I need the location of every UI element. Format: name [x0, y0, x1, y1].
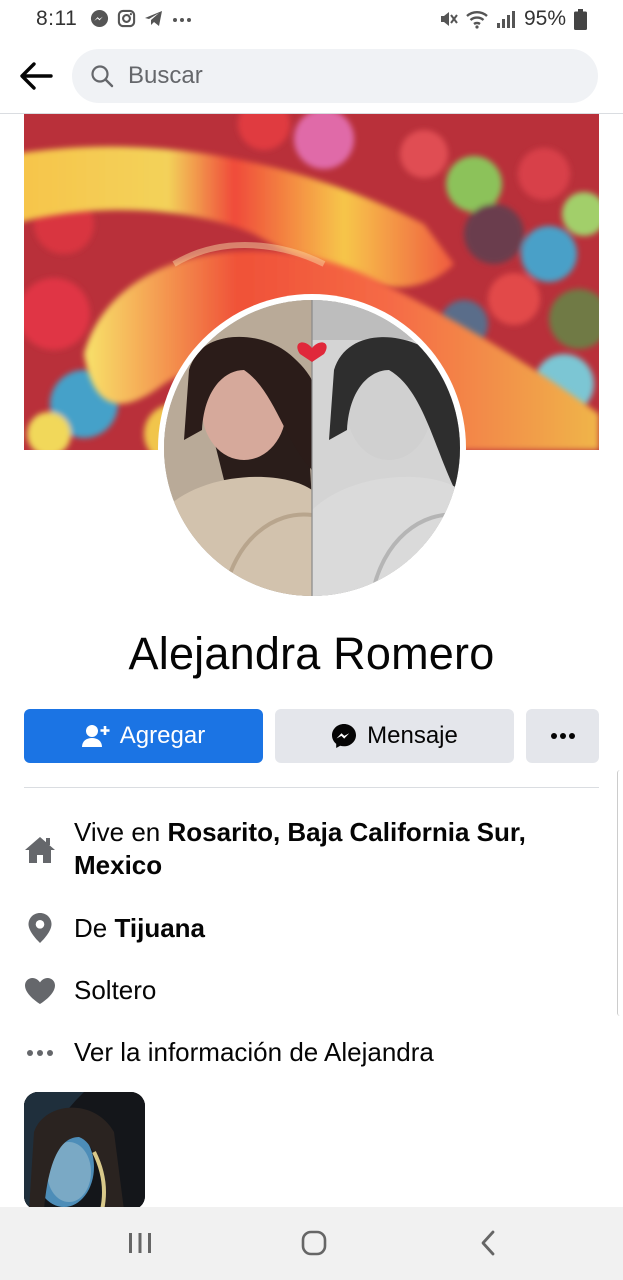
detail-relationship: Soltero — [24, 973, 599, 1009]
battery-icon — [574, 8, 587, 30]
wifi-icon — [466, 9, 488, 29]
detail-from: De Tijuana — [24, 911, 599, 947]
profile-avatar[interactable] — [164, 300, 460, 596]
chevron-left-icon — [481, 1230, 495, 1256]
instagram-icon — [117, 9, 136, 28]
detail-see-info[interactable]: Ver la información de Alejandra — [24, 1035, 599, 1071]
home-button[interactable] — [284, 1223, 344, 1263]
profile-name: Alejandra Romero — [128, 628, 495, 679]
status-right: 95% — [438, 7, 587, 31]
lives-in-country[interactable]: Mexico — [74, 850, 162, 880]
relationship-text: Soltero — [74, 975, 157, 1005]
section-divider — [24, 787, 599, 788]
detail-lives-in: Vive en Rosarito, Baja California Sur, M… — [24, 816, 599, 888]
search-icon — [91, 65, 114, 88]
home-icon — [24, 834, 56, 866]
back-button[interactable] — [16, 56, 56, 96]
more-icon — [550, 733, 575, 739]
search-input[interactable] — [128, 58, 568, 94]
profile-avatar-image — [164, 300, 460, 596]
system-nav-bar — [0, 1207, 623, 1280]
battery-percent: 95% — [523, 7, 566, 30]
from-text: De Tijuana — [74, 912, 205, 945]
message-label: Mensaje — [367, 722, 458, 749]
telegram-icon — [144, 9, 163, 28]
search-header — [0, 38, 623, 114]
add-friend-button[interactable]: Agregar — [24, 709, 263, 763]
home-circle-icon — [301, 1230, 327, 1256]
see-info-link[interactable]: Ver la información de Alejandra — [74, 1036, 434, 1069]
status-time: 8:11 — [36, 7, 78, 30]
featured-photo[interactable] — [24, 1092, 145, 1210]
add-friend-label: Agregar — [119, 722, 206, 749]
more-dots-icon — [24, 1037, 56, 1069]
lives-in-text: Vive en Rosarito, Baja California Sur, M… — [74, 816, 526, 882]
from-place[interactable]: Tijuana — [114, 913, 205, 943]
more-options-button[interactable] — [526, 709, 599, 763]
more-notifications-icon — [171, 9, 191, 28]
messenger-icon — [90, 9, 109, 28]
system-back-button[interactable] — [458, 1223, 518, 1263]
notification-icons — [90, 9, 191, 28]
status-bar: 8:11 95% — [0, 0, 623, 38]
back-arrow-icon — [20, 62, 53, 90]
featured-photo-image — [24, 1092, 145, 1210]
recent-apps-button[interactable] — [110, 1223, 170, 1263]
from-prefix: De — [74, 913, 115, 943]
lives-in-prefix: Vive en — [74, 817, 168, 847]
heart-icon — [24, 975, 56, 1007]
search-box[interactable] — [72, 49, 598, 103]
message-button[interactable]: Mensaje — [275, 709, 514, 763]
mute-icon — [438, 9, 458, 29]
messenger-icon — [332, 724, 357, 748]
recent-apps-icon — [129, 1233, 151, 1253]
add-friend-icon — [81, 725, 110, 747]
scroll-indicator[interactable] — [617, 770, 623, 1016]
lives-in-place[interactable]: Rosarito, Baja California Sur, — [167, 817, 525, 847]
location-pin-icon — [24, 912, 56, 944]
signal-icon — [496, 9, 516, 29]
profile-actions: Agregar Mensaje — [24, 709, 599, 763]
